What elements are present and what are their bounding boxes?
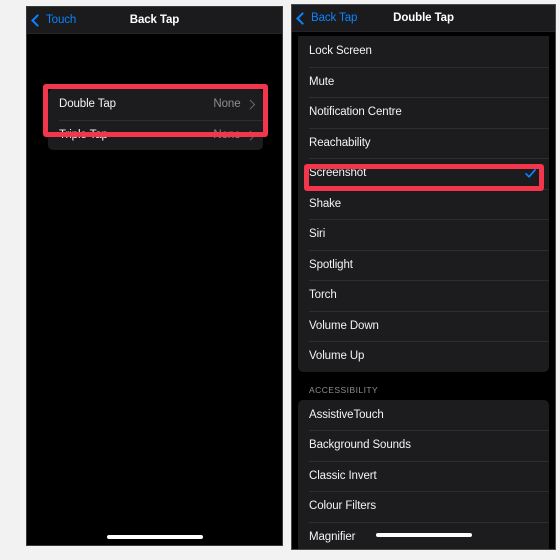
accessibility-actions-group: AssistiveTouch Background Sounds Classic… [298,399,549,549]
row-triple-tap[interactable]: Triple Tap None [48,119,263,151]
row-double-tap-value: None [213,98,241,111]
row-shake[interactable]: Shake [298,188,549,220]
row-double-tap[interactable]: Double Tap None [48,89,263,120]
row-screenshot-label: Screenshot [309,167,367,180]
row-torch-label: Torch [309,289,337,302]
row-triple-tap-value: None [213,128,241,141]
chevron-right-icon [245,99,255,109]
row-spotlight[interactable]: Spotlight [298,249,549,281]
row-triple-tap-label: Triple Tap [59,128,108,141]
row-lock-screen-label: Lock Screen [309,45,372,58]
left-screen-body: Double Tap None Triple Tap None [27,34,282,545]
row-notification-centre-label: Notification Centre [309,106,402,119]
row-siri-label: Siri [309,228,326,241]
back-tap-settings-group: Double Tap None Triple Tap None [48,89,263,150]
right-navigation-bar: Back Tap Double Tap [292,5,555,32]
row-mute[interactable]: Mute [298,66,549,98]
row-background-sounds-label: Background Sounds [309,439,411,452]
checkmark-icon [525,168,536,178]
row-classic-invert[interactable]: Classic Invert [298,460,549,492]
right-phone-screen: Back Tap Double Tap Lock Screen Mute Not… [291,4,556,550]
row-assistivetouch-label: AssistiveTouch [309,408,384,421]
row-volume-up[interactable]: Volume Up [298,341,549,372]
left-phone-screen: Touch Back Tap Double Tap None Triple Ta… [26,6,283,546]
row-volume-up-label: Volume Up [309,350,365,363]
right-screen-body: Lock Screen Mute Notification Centre Rea… [292,32,555,549]
left-home-indicator [106,535,203,539]
action-list-scroll-area[interactable]: Lock Screen Mute Notification Centre Rea… [292,32,555,549]
row-double-tap-label: Double Tap [59,98,116,111]
row-assistivetouch[interactable]: AssistiveTouch [298,400,549,431]
row-torch[interactable]: Torch [298,280,549,311]
row-screenshot[interactable]: Screenshot [298,158,549,189]
row-reachability[interactable]: Reachability [298,127,549,159]
left-back-label: Touch [46,14,77,26]
chevron-right-icon [245,130,255,140]
row-shake-label: Shake [309,197,342,210]
screenshot-stage: Touch Back Tap Double Tap None Triple Ta… [0,0,560,560]
right-back-label: Back Tap [311,12,358,24]
right-back-button[interactable]: Back Tap [292,11,358,25]
row-colour-filters-label: Colour Filters [309,500,376,513]
system-actions-group: Lock Screen Mute Notification Centre Rea… [298,36,549,372]
row-siri[interactable]: Siri [298,219,549,250]
back-tap-group: Double Tap None Triple Tap None [48,89,263,150]
row-classic-invert-label: Classic Invert [309,469,377,482]
chevron-left-icon [296,11,309,25]
left-back-button[interactable]: Touch [27,13,77,27]
left-navigation-bar: Touch Back Tap [27,7,282,34]
row-mute-label: Mute [309,75,335,88]
row-lock-screen[interactable]: Lock Screen [298,36,549,67]
row-spotlight-label: Spotlight [309,258,353,271]
row-volume-down-label: Volume Down [309,319,379,332]
row-reachability-label: Reachability [309,136,371,149]
row-notification-centre[interactable]: Notification Centre [298,97,549,128]
row-background-sounds[interactable]: Background Sounds [298,430,549,461]
accessibility-section-header: ACCESSIBILITY [309,384,379,395]
right-home-indicator [375,533,472,537]
row-colour-filters[interactable]: Colour Filters [298,491,549,522]
chevron-left-icon [31,13,44,27]
row-volume-down[interactable]: Volume Down [298,310,549,342]
